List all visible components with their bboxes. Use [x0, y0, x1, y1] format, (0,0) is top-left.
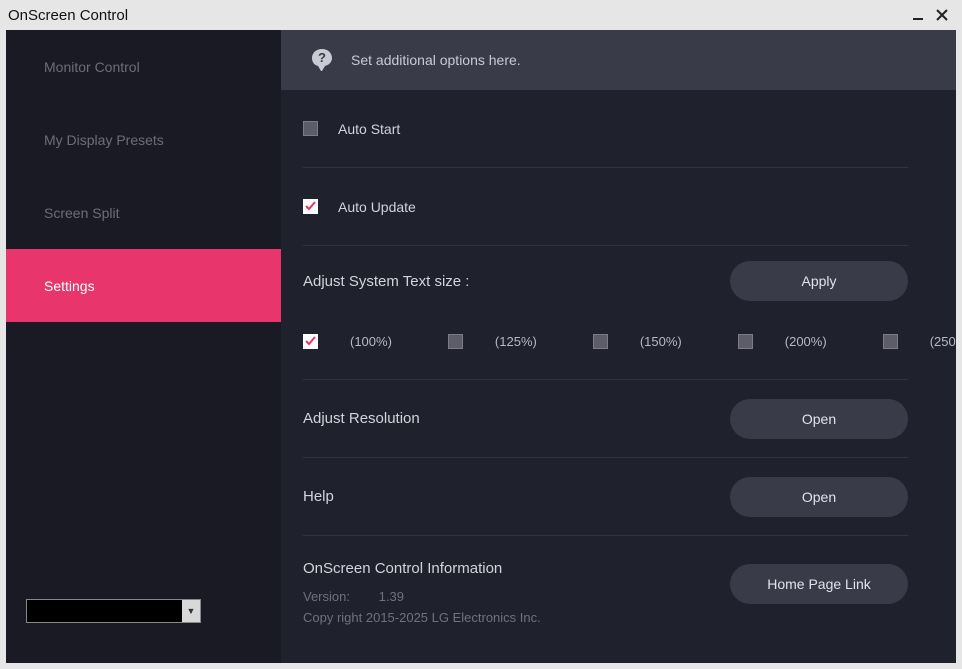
- minimize-button[interactable]: [906, 3, 930, 27]
- text-size-checkbox[interactable]: [883, 334, 898, 349]
- window-title: OnScreen Control: [8, 7, 128, 24]
- auto-update-checkbox[interactable]: [303, 199, 318, 214]
- info-row: OnScreen Control Information Version: 1.…: [303, 536, 908, 629]
- text-size-checkbox[interactable]: [448, 334, 463, 349]
- text-size-option-100[interactable]: (100%): [303, 334, 392, 349]
- sidebar-item-monitor-control[interactable]: Monitor Control: [6, 30, 281, 103]
- sidebar: Monitor Control My Display Presets Scree…: [6, 30, 281, 663]
- version-line: Version: 1.39: [303, 587, 541, 608]
- text-size-checkbox[interactable]: [303, 334, 318, 349]
- auto-start-checkbox[interactable]: [303, 121, 318, 136]
- chevron-down-icon: ▼: [182, 600, 200, 622]
- apply-button[interactable]: Apply: [730, 261, 908, 301]
- auto-start-row: Auto Start: [303, 90, 908, 168]
- sidebar-item-label: Screen Split: [44, 205, 119, 221]
- text-size-checkbox[interactable]: [593, 334, 608, 349]
- sidebar-item-label: Monitor Control: [44, 59, 140, 75]
- text-size-section: Adjust System Text size : Apply (100%) (…: [303, 246, 908, 380]
- help-row: Help Open: [303, 458, 908, 536]
- info-bar: ? Set additional options here.: [281, 30, 956, 90]
- auto-update-row: Auto Update: [303, 168, 908, 246]
- resolution-title: Adjust Resolution: [303, 410, 420, 427]
- sidebar-item-label: My Display Presets: [44, 132, 164, 148]
- close-button[interactable]: [930, 3, 954, 27]
- auto-start-label: Auto Start: [338, 121, 400, 137]
- text-size-option-150[interactable]: (150%): [593, 334, 682, 349]
- help-open-button[interactable]: Open: [730, 477, 908, 517]
- resolution-open-button[interactable]: Open: [730, 399, 908, 439]
- titlebar: OnScreen Control: [0, 0, 962, 30]
- text-size-option-250[interactable]: (250%): [883, 334, 956, 349]
- info-title: OnScreen Control Information: [303, 560, 541, 577]
- sidebar-item-label: Settings: [44, 278, 95, 294]
- main-panel: ? Set additional options here. Auto Star…: [281, 30, 956, 663]
- text-size-option-200[interactable]: (200%): [738, 334, 827, 349]
- text-size-checkbox[interactable]: [738, 334, 753, 349]
- info-bar-text: Set additional options here.: [351, 52, 521, 68]
- sidebar-item-screen-split[interactable]: Screen Split: [6, 176, 281, 249]
- copyright-line: Copy right 2015-2025 LG Electronics Inc.: [303, 608, 541, 629]
- svg-text:?: ?: [318, 50, 326, 65]
- text-size-option-125[interactable]: (125%): [448, 334, 537, 349]
- help-icon: ?: [309, 47, 335, 73]
- sidebar-item-settings[interactable]: Settings: [6, 249, 281, 322]
- text-size-title: Adjust System Text size :: [303, 273, 469, 290]
- sidebar-item-display-presets[interactable]: My Display Presets: [6, 103, 281, 176]
- resolution-row: Adjust Resolution Open: [303, 380, 908, 458]
- monitor-select-dropdown[interactable]: ▼: [26, 599, 201, 623]
- homepage-link-button[interactable]: Home Page Link: [730, 564, 908, 604]
- auto-update-label: Auto Update: [338, 199, 416, 215]
- help-title: Help: [303, 488, 334, 505]
